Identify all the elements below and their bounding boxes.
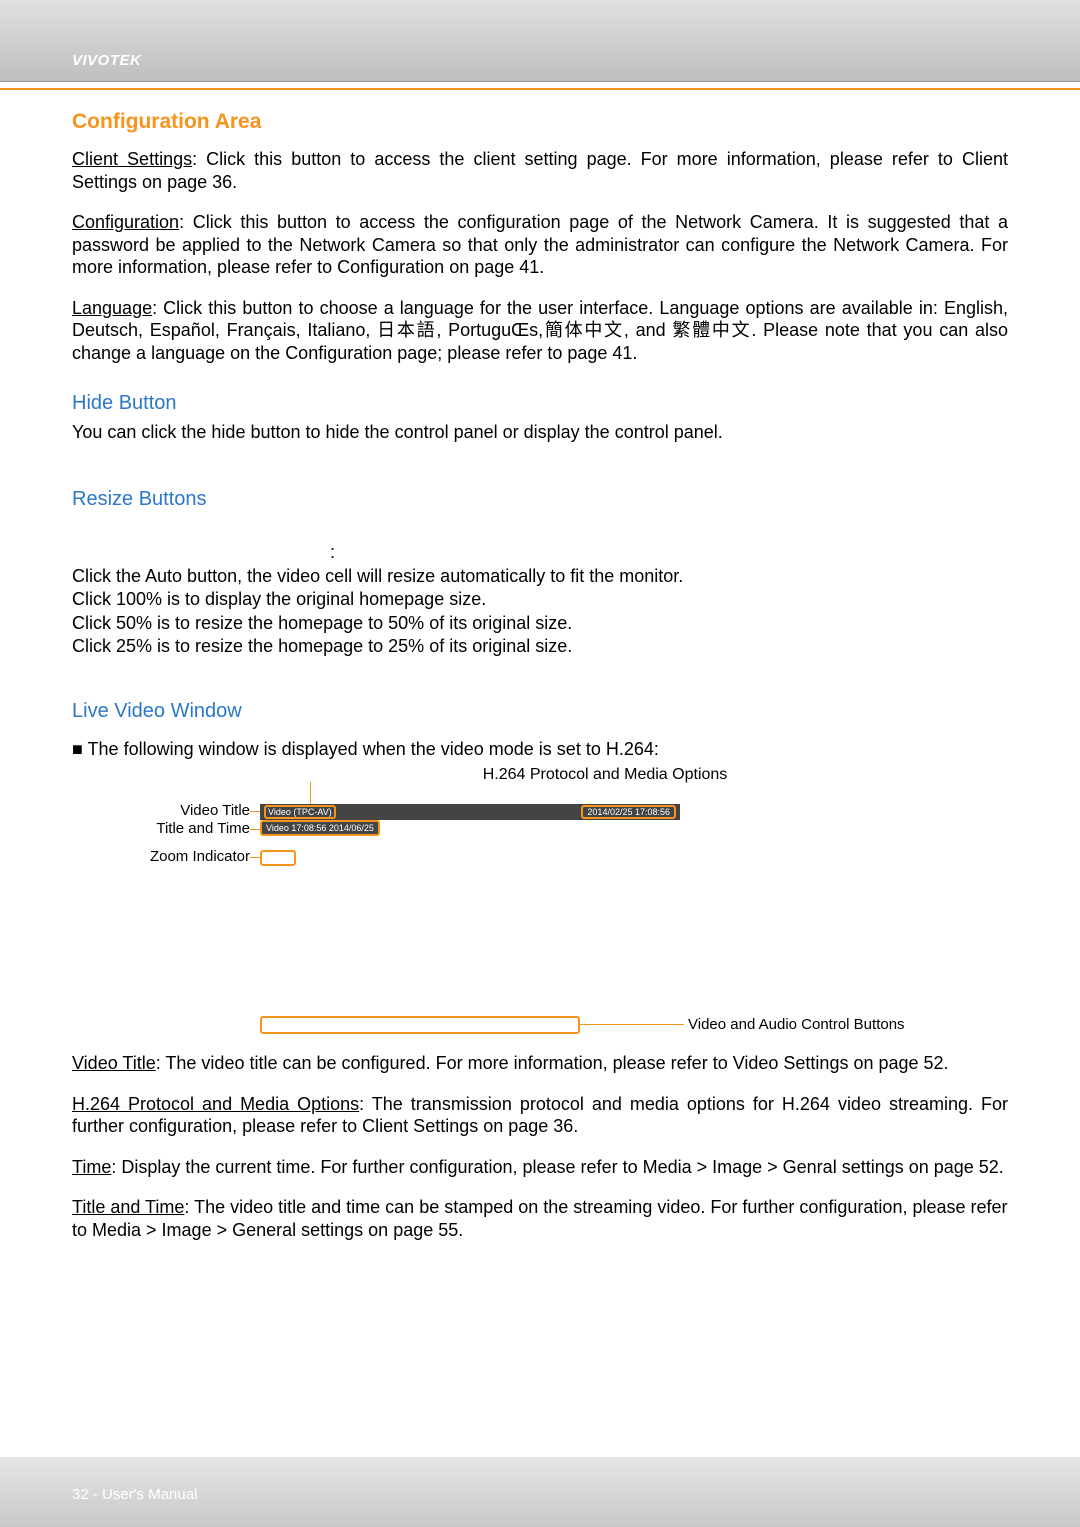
para-time: Time: Display the current time. For furt…: [72, 1156, 1008, 1179]
zoom-indicator-box: [260, 850, 296, 866]
live-video-bullet: ■ The following window is displayed when…: [72, 739, 1008, 760]
text-span: : Display the current time. For further …: [111, 1157, 1003, 1177]
video-title-bar: Video (TPC-AV) 2014/02/25 17:08:56: [260, 804, 680, 820]
label-title-and-time: Title and Time: [94, 820, 250, 837]
label-video-title: Video Title: [94, 802, 250, 819]
video-protocol-text: (TPC-AV): [293, 807, 331, 817]
para-configuration: Configuration: Click this button to acce…: [72, 211, 1008, 279]
page-header: VIVOTEK: [0, 0, 1080, 82]
text-span: : The video title and time can be stampe…: [72, 1197, 1008, 1240]
para-client-settings: Client Settings: Click this button to ac…: [72, 148, 1008, 193]
link-title-and-time[interactable]: Title and Time: [72, 1197, 184, 1217]
resize-colon: :: [330, 541, 1008, 564]
link-configuration[interactable]: Configuration: [72, 212, 179, 232]
link-language[interactable]: Language: [72, 298, 152, 318]
para-language: Language: Click this button to choose a …: [72, 297, 1008, 365]
link-time[interactable]: Time: [72, 1157, 111, 1177]
page-number: 32 - User's Manual: [72, 1486, 197, 1503]
resize-line-25: Click 25% is to resize the homepage to 2…: [72, 635, 1008, 658]
link-video-title[interactable]: Video Title: [72, 1053, 156, 1073]
page-content: Configuration Area Client Settings: Clic…: [0, 82, 1080, 1241]
text-span: : Click this button to access the client…: [72, 149, 1008, 192]
video-control-bar[interactable]: [260, 1016, 580, 1034]
resize-line-auto: Click the Auto button, the video cell wi…: [72, 565, 1008, 588]
para-hide-button: You can click the hide button to hide th…: [72, 421, 1008, 444]
heading-configuration-area: Configuration Area: [72, 110, 1008, 134]
video-window-diagram: Video Title Title and Time Zoom Indicato…: [100, 788, 1008, 1048]
resize-line-100: Click 100% is to display the original ho…: [72, 588, 1008, 611]
heading-hide-button: Hide Button: [72, 392, 1008, 415]
heading-resize-buttons: Resize Buttons: [72, 488, 1008, 511]
page-footer: 32 - User's Manual: [0, 1457, 1080, 1527]
heading-live-video-window: Live Video Window: [72, 700, 1008, 723]
text-span: : The video title can be configured. For…: [156, 1053, 949, 1073]
para-h264-options: H.264 Protocol and Media Options: The tr…: [72, 1093, 1008, 1138]
text-span: : Click this button to choose a language…: [72, 298, 1008, 363]
label-video-audio-controls: Video and Audio Control Buttons: [688, 1016, 905, 1033]
brand-logo: VIVOTEK: [72, 52, 141, 69]
video-stamp-overlay: Video 17:08:56 2014/06/25: [260, 820, 380, 836]
text-span: : Click this button to access the config…: [72, 212, 1008, 277]
leader-line: [310, 782, 311, 804]
diagram-caption: H.264 Protocol and Media Options: [202, 766, 1008, 784]
resize-line-50: Click 50% is to resize the homepage to 5…: [72, 612, 1008, 635]
label-zoom-indicator: Zoom Indicator: [94, 848, 250, 865]
video-title-overlay: Video (TPC-AV): [264, 805, 336, 819]
link-h264-options[interactable]: H.264 Protocol and Media Options: [72, 1094, 359, 1114]
video-time-overlay: 2014/02/25 17:08:56: [581, 805, 676, 819]
para-title-and-time: Title and Time: The video title and time…: [72, 1196, 1008, 1241]
para-video-title: Video Title: The video title can be conf…: [72, 1052, 1008, 1075]
link-client-settings[interactable]: Client Settings: [72, 149, 192, 169]
video-title-text: Video: [268, 807, 291, 817]
video-cell: Video (TPC-AV) 2014/02/25 17:08:56 Video…: [260, 804, 680, 1034]
